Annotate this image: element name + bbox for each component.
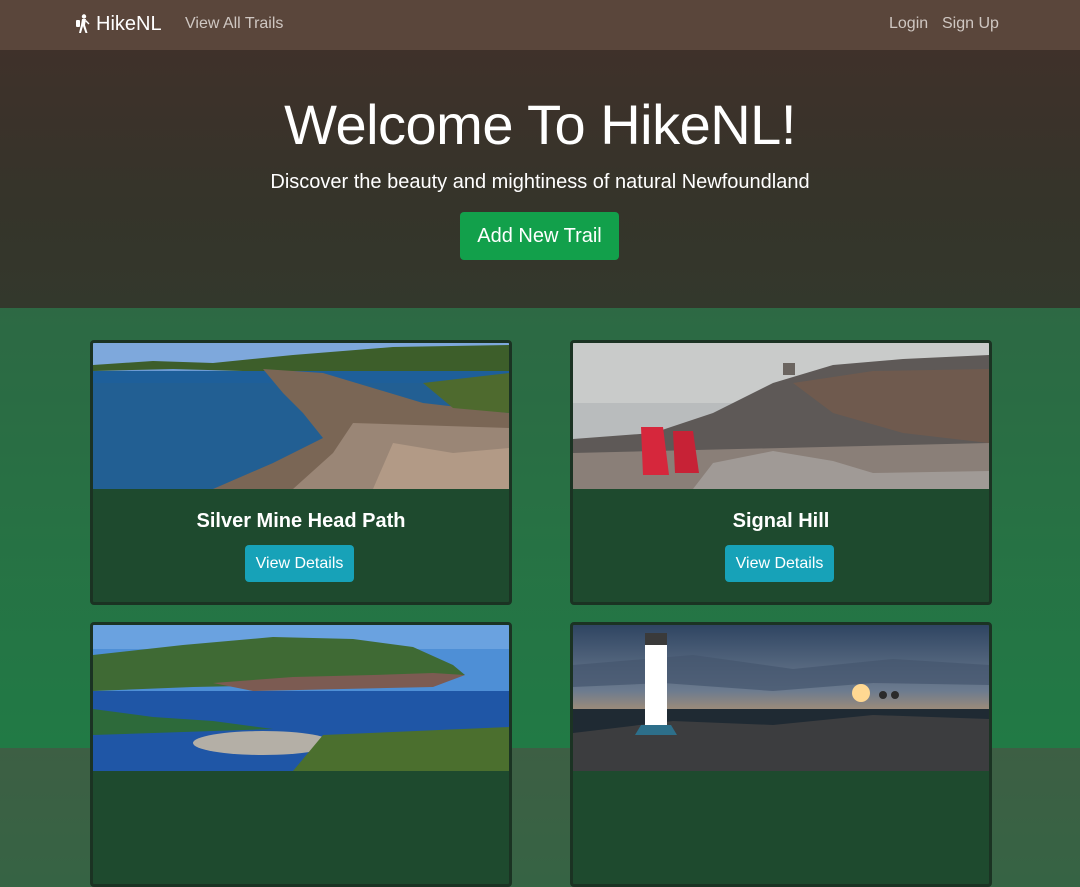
trail-card: Signal Hill View Details	[570, 340, 992, 605]
view-details-button[interactable]: View Details	[725, 545, 834, 582]
hero-banner: Welcome To HikeNL! Discover the beauty a…	[0, 50, 1080, 308]
card-body: Signal Hill View Details	[573, 489, 989, 602]
trail-image	[93, 625, 509, 771]
hero-subtitle: Discover the beauty and mightiness of na…	[270, 171, 810, 193]
trail-image	[573, 625, 989, 771]
add-new-trail-button[interactable]: Add New Trail	[460, 212, 619, 260]
nav-sign-up[interactable]: Sign Up	[942, 14, 999, 34]
hero-title: Welcome To HikeNL!	[284, 93, 796, 156]
trail-card: Silver Mine Head Path View Details	[90, 340, 512, 605]
trail-card	[90, 622, 512, 887]
hiker-icon	[76, 14, 90, 33]
navbar: HikeNL View All Trails Login Sign Up	[0, 0, 1080, 50]
card-body	[93, 771, 509, 884]
trail-image	[573, 343, 989, 489]
nav-login[interactable]: Login	[889, 14, 928, 34]
trail-card	[570, 622, 992, 887]
view-details-button[interactable]: View Details	[245, 545, 354, 582]
nav-view-all-trails[interactable]: View All Trails	[185, 14, 283, 34]
card-title: Signal Hill	[732, 510, 830, 532]
brand-link[interactable]: HikeNL	[74, 12, 162, 36]
card-body: Silver Mine Head Path View Details	[93, 489, 509, 602]
card-title: Silver Mine Head Path	[196, 510, 406, 532]
brand-name: HikeNL	[96, 12, 162, 35]
trail-image	[93, 343, 509, 489]
card-body	[573, 771, 989, 884]
